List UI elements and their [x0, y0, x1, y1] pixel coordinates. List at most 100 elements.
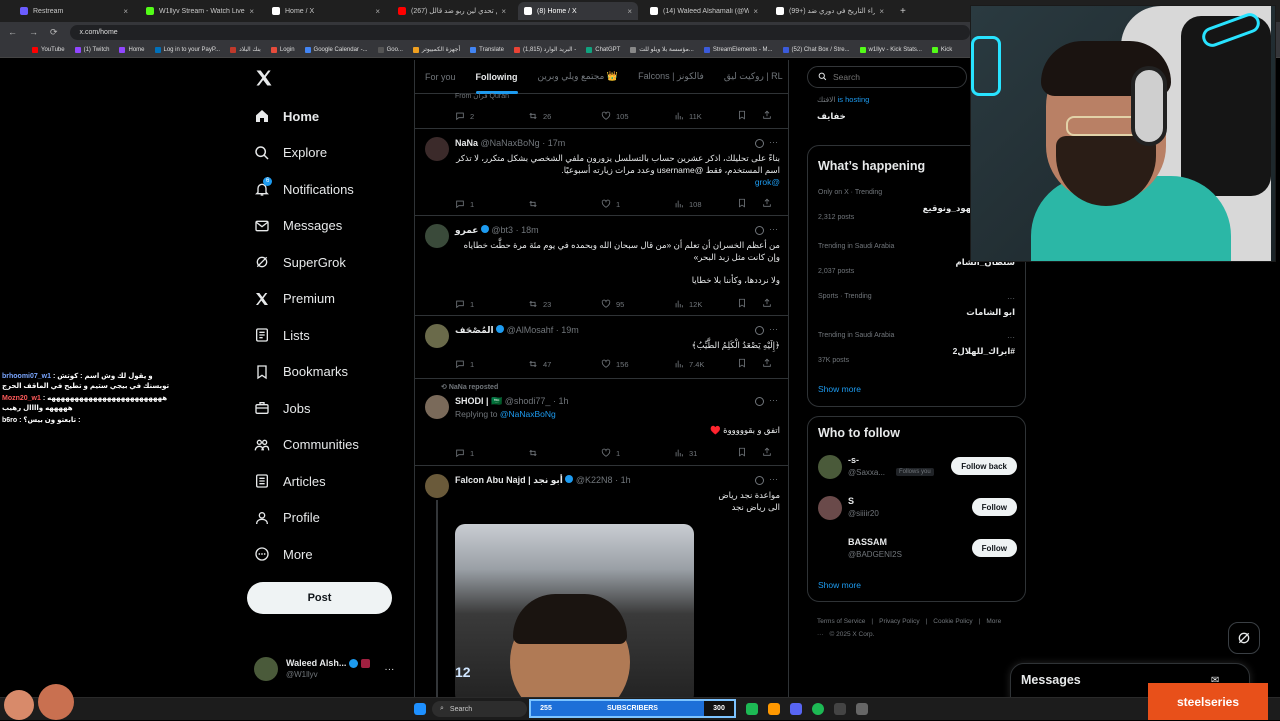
like-action[interactable]: 95	[601, 298, 661, 310]
repost-action[interactable]	[528, 198, 588, 210]
nav-item-premium[interactable]: Premium	[254, 287, 335, 311]
bookmark-item[interactable]: Home	[119, 46, 145, 53]
like-action[interactable]: 1	[601, 447, 661, 459]
account-switcher[interactable]: Waleed Alsh... @W1llyv ···	[254, 654, 404, 684]
more-dots-icon[interactable]: ···	[769, 395, 778, 405]
bookmark-item[interactable]: (1,815) البريد الوارد -	[513, 46, 576, 53]
author-name[interactable]: NaNa	[455, 138, 478, 148]
tweet[interactable]: عمرو @bt3 · 18m ··· من أعظم الخسران أن ت…	[415, 216, 788, 316]
x-logo-icon[interactable]	[254, 68, 274, 94]
bookmark-item[interactable]: Login	[270, 46, 295, 53]
close-tab-icon[interactable]: ×	[249, 7, 254, 16]
browser-tab[interactable]: (14) Waleed Alshamali (@W ×	[644, 2, 764, 20]
bookmark-item[interactable]: Kick	[931, 46, 952, 53]
close-tab-icon[interactable]: ×	[375, 7, 380, 16]
repost-action[interactable]: 47	[528, 358, 588, 370]
close-tab-icon[interactable]: ×	[501, 7, 506, 16]
tweet-mention[interactable]: @grok	[450, 176, 780, 188]
show-more-link[interactable]: Show more	[818, 580, 861, 590]
author-name[interactable]: المُصْحَف	[455, 325, 494, 335]
author-handle[interactable]: @AlMosahf	[507, 325, 554, 335]
more-dots-icon[interactable]: ···	[384, 664, 394, 675]
tweet[interactable]: From قرآن Quran 2 26 105 11K	[415, 93, 788, 129]
browser-tab[interactable]: Restream ×	[14, 2, 134, 20]
nav-item-messages[interactable]: Messages	[254, 214, 342, 238]
more-dots-icon[interactable]: ···	[769, 324, 778, 334]
share-icon[interactable]	[762, 298, 777, 310]
bookmark-item[interactable]: Translate	[470, 46, 504, 53]
browser-tab[interactable]: (99+) اسراء التاريخ في دوري ضد×	[770, 2, 890, 20]
close-tab-icon[interactable]: ×	[879, 7, 884, 16]
footer-link[interactable]: Privacy Policy	[879, 618, 919, 625]
author-name[interactable]: عمرو	[455, 225, 478, 235]
tweet[interactable]: ⟲ NaNa reposted SHODI | 🇸🇦 @shodi77_ · 1…	[415, 379, 788, 466]
tweet-avatar[interactable]	[425, 474, 449, 498]
author-handle[interactable]: @K22N8	[576, 475, 613, 485]
follow-button[interactable]: Follow back	[951, 457, 1017, 475]
tweet-time[interactable]: 18m	[521, 225, 539, 235]
follow-button[interactable]: Follow	[971, 498, 1017, 516]
more-dots-icon[interactable]: ···	[769, 224, 778, 234]
like-action[interactable]: 105	[601, 110, 661, 122]
reply-action[interactable]: 2	[455, 110, 515, 122]
views-action[interactable]: 7.4K	[674, 358, 734, 370]
suggestion-avatar[interactable]	[818, 455, 842, 479]
bookmark-item[interactable]: مؤسسة بلا ويلو للت...	[630, 46, 694, 53]
footer-link[interactable]: © 2025 X Corp.	[830, 631, 875, 638]
grok-icon[interactable]	[755, 476, 764, 485]
repost-action[interactable]: 26	[528, 110, 588, 122]
new-tab-button[interactable]: +	[900, 6, 906, 17]
nav-item-supergrok[interactable]: SuperGrok	[254, 250, 346, 274]
search-box[interactable]	[807, 66, 967, 88]
tweet[interactable]: NaNa @NaNaxBoNg · 17m ··· بناءً على تحلي…	[415, 129, 788, 216]
tweet-media-image[interactable]: 12	[455, 524, 694, 700]
bookmark-item[interactable]: (1) Twitch	[74, 46, 109, 53]
space-title[interactable]: خفايف	[817, 111, 846, 122]
tweet-avatar[interactable]	[425, 395, 449, 419]
windows-start-icon[interactable]	[414, 703, 426, 715]
suggestion-avatar[interactable]	[818, 496, 842, 520]
repost-action[interactable]: 23	[528, 298, 588, 310]
views-action[interactable]: 11K	[674, 110, 734, 122]
url-field[interactable]: x.com/home	[69, 24, 970, 40]
reply-action[interactable]: 1	[455, 198, 515, 210]
bookmark-item[interactable]: w1llyv - Kick Stats...	[859, 46, 922, 53]
reload-icon[interactable]: ⟳	[50, 27, 58, 38]
author-name[interactable]: SHODI | 🇸🇦	[455, 396, 502, 406]
reply-action[interactable]: 1	[455, 358, 515, 370]
nav-item-home[interactable]: Home	[254, 104, 319, 128]
follow-suggestion[interactable]: S @siiiir20 Follow	[818, 494, 1017, 524]
search-input[interactable]	[833, 72, 943, 82]
timeline-tab[interactable]: مجتمع ويلي وبرين 👑	[528, 60, 629, 94]
bookmark-icon[interactable]	[737, 298, 752, 310]
grok-icon[interactable]	[755, 397, 764, 406]
nav-item-bookmarks[interactable]: Bookmarks	[254, 360, 348, 384]
more-dots-icon[interactable]: ···	[769, 474, 778, 484]
nav-item-explore[interactable]: Explore	[254, 141, 327, 165]
taskbar-app-icon[interactable]	[834, 703, 846, 715]
tweet-time[interactable]: 19m	[561, 325, 579, 335]
discord-icon[interactable]	[790, 703, 802, 715]
tweet-time[interactable]: 1h	[558, 396, 568, 406]
tweet[interactable]: Falcon Abu Najd | أبو نجد @K22N8 · 1h ··…	[415, 466, 788, 700]
share-icon[interactable]	[762, 110, 777, 122]
nav-item-notifications[interactable]: 6 Notifications	[254, 177, 354, 201]
share-icon[interactable]	[762, 358, 777, 370]
bookmark-item[interactable]: ChatGPT	[586, 46, 620, 53]
bookmark-item[interactable]: Google Calendar -...	[304, 46, 368, 53]
suggestion-avatar[interactable]	[818, 537, 842, 561]
close-tab-icon[interactable]: ×	[627, 7, 632, 16]
more-dots-icon[interactable]: ···	[1007, 294, 1015, 303]
nav-item-jobs[interactable]: Jobs	[254, 396, 310, 420]
bookmark-icon[interactable]	[737, 447, 752, 459]
close-tab-icon[interactable]: ×	[753, 7, 758, 16]
grok-icon[interactable]	[755, 139, 764, 148]
tweet-time[interactable]: 17m	[548, 138, 566, 148]
author-handle[interactable]: @shodi77_	[505, 396, 551, 406]
bookmark-icon[interactable]	[737, 358, 752, 370]
nav-item-profile[interactable]: Profile	[254, 506, 320, 530]
repost-action[interactable]	[528, 447, 588, 459]
bookmark-icon[interactable]	[737, 198, 752, 210]
bookmark-item[interactable]: YouTube	[32, 46, 65, 53]
timeline-tab[interactable]: Following	[466, 60, 528, 94]
